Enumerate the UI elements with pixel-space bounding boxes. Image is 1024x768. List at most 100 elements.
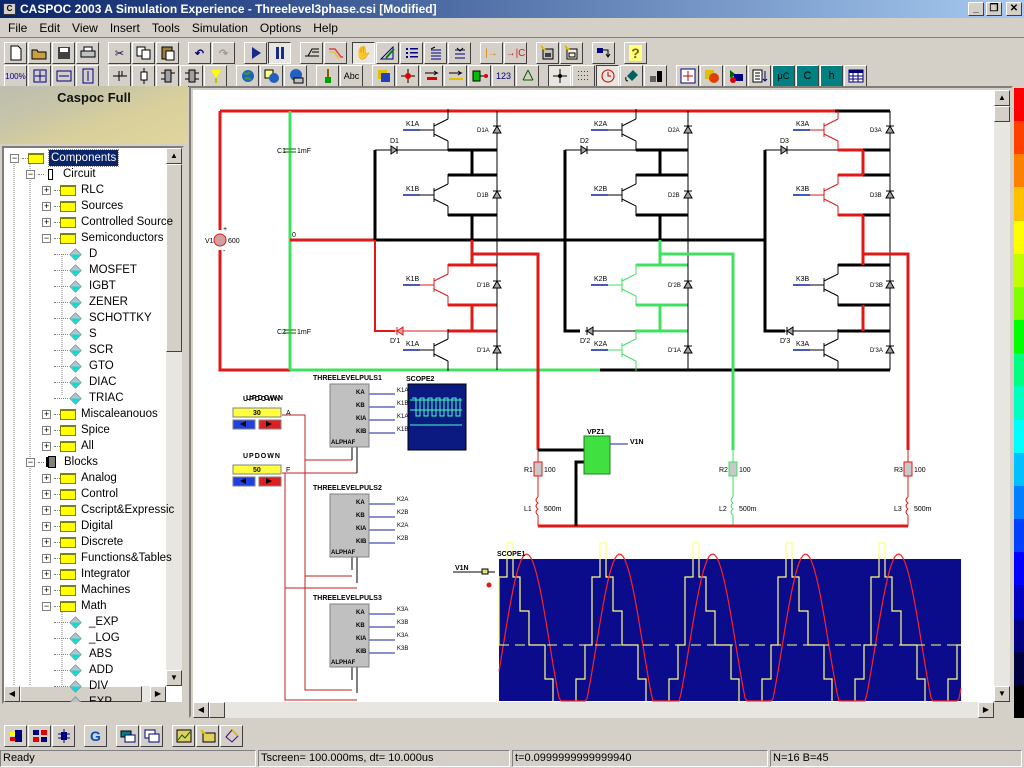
tree-item[interactable]: + Controlled Source — [42, 214, 173, 230]
load-resistor[interactable] — [533, 461, 543, 477]
canvas-scroll-left[interactable]: ◀ — [193, 702, 209, 718]
fill-icon[interactable] — [620, 65, 643, 87]
tree-item[interactable]: − Components — [10, 149, 120, 167]
globe3-icon[interactable] — [284, 65, 307, 87]
expand-icon[interactable]: + — [42, 505, 51, 515]
redo-icon[interactable]: ↷ — [212, 42, 235, 64]
resistor-icon[interactable] — [132, 65, 155, 87]
expand-icon[interactable]: + — [42, 521, 51, 531]
expand-icon[interactable]: + — [42, 489, 51, 499]
pause-icon[interactable] — [268, 42, 291, 64]
canvas-scroll-thumb-v[interactable] — [994, 106, 1010, 122]
tree-item[interactable]: IGBT — [54, 278, 116, 294]
color-palette[interactable] — [1014, 88, 1024, 718]
expand-icon[interactable]: + — [42, 185, 51, 195]
load-resistor[interactable] — [728, 461, 738, 477]
scroll-up-button[interactable]: ▲ — [166, 148, 182, 164]
load-inductor[interactable] — [535, 496, 539, 516]
print-icon[interactable] — [76, 42, 99, 64]
palette-color-swatch[interactable] — [1014, 154, 1024, 188]
tree-item[interactable]: − Semiconductors — [42, 230, 163, 246]
igbt-switch[interactable] — [607, 263, 637, 307]
component-tree-icon[interactable] — [4, 725, 27, 747]
collapse-icon[interactable]: − — [26, 457, 35, 467]
globe-icon[interactable] — [236, 65, 259, 87]
fit-width-icon[interactable] — [52, 65, 75, 87]
block-tree-icon[interactable] — [28, 725, 51, 747]
palette-color-swatch[interactable] — [1014, 585, 1024, 619]
minimize-button[interactable]: _ — [968, 2, 984, 16]
igbt-switch[interactable] — [419, 173, 449, 217]
menu-file[interactable]: File — [2, 19, 33, 37]
component-tree[interactable]: ▲ ▼ ◀ ▶ − Components − Circuit + RLC + Sources +… — [2, 146, 184, 704]
tree-item[interactable]: GTO — [54, 358, 114, 374]
arrow-icon[interactable] — [420, 65, 443, 87]
paint-icon[interactable] — [220, 725, 243, 747]
igbt-switch[interactable] — [607, 108, 637, 152]
scroll-right-button[interactable]: ▶ — [150, 686, 166, 702]
tree-item[interactable]: + Control — [42, 486, 118, 502]
tree-item[interactable]: − Blocks — [26, 454, 98, 470]
help-icon[interactable]: ? — [624, 42, 647, 64]
igbt-switch[interactable] — [419, 263, 449, 307]
number-icon[interactable]: 123 — [492, 65, 515, 87]
tree-item[interactable]: + Miscaleanouos — [42, 406, 158, 422]
hierarchy-icon[interactable] — [592, 42, 615, 64]
input-icon[interactable]: |→ — [480, 42, 503, 64]
crosshair-icon[interactable] — [548, 65, 571, 87]
tree-item[interactable]: − Math — [42, 598, 107, 614]
canvas-scroll-thumb-h[interactable] — [209, 702, 225, 718]
palette-color-swatch[interactable] — [1014, 187, 1024, 221]
menu-options[interactable]: Options — [254, 19, 307, 37]
tree-item[interactable]: _EXP — [54, 614, 118, 630]
igbt-switch[interactable] — [809, 108, 839, 152]
voltmeter-vpz1[interactable] — [583, 435, 611, 475]
shade-icon[interactable] — [644, 65, 667, 87]
menu-view[interactable]: View — [66, 19, 104, 37]
table-icon[interactable] — [844, 65, 867, 87]
tree-item[interactable]: DIAC — [54, 374, 116, 390]
scroll-down-button[interactable]: ▼ — [166, 670, 182, 686]
wire-color-icon[interactable] — [324, 42, 347, 64]
text-icon[interactable]: Abc — [340, 65, 363, 87]
new-icon[interactable] — [4, 42, 27, 64]
component-icon[interactable] — [700, 65, 723, 87]
tree-item[interactable]: + Integrator — [42, 566, 130, 582]
palette-color-swatch[interactable] — [1014, 684, 1024, 718]
palette-color-swatch[interactable] — [1014, 286, 1024, 321]
igbt-switch[interactable] — [809, 263, 839, 307]
tree-item[interactable]: MOSFET — [54, 262, 137, 278]
scroll-thumb[interactable] — [166, 164, 182, 352]
tree-item[interactable]: − Circuit — [26, 166, 96, 182]
wire-icon[interactable] — [300, 42, 323, 64]
undo-icon[interactable]: ↶ — [188, 42, 211, 64]
window2-icon[interactable] — [140, 725, 163, 747]
palette-color-swatch[interactable] — [1014, 651, 1024, 685]
palette-color-swatch[interactable] — [1014, 519, 1024, 553]
expand-icon[interactable]: + — [42, 441, 51, 451]
tree-item[interactable]: TRIAC — [54, 390, 124, 406]
palette-color-swatch[interactable] — [1014, 485, 1024, 520]
igbt-switch[interactable] — [419, 108, 449, 152]
expand-icon[interactable]: + — [42, 473, 51, 483]
clock-icon[interactable] — [596, 65, 619, 87]
palette-color-swatch[interactable] — [1014, 419, 1024, 453]
run-icon[interactable] — [244, 42, 267, 64]
palette-color-swatch[interactable] — [1014, 220, 1024, 254]
tree-item[interactable]: + Cscript&Expressic — [42, 502, 174, 518]
collapse-icon[interactable]: − — [26, 169, 35, 179]
menu-help[interactable]: Help — [307, 19, 344, 37]
expand-icon[interactable]: + — [42, 569, 51, 579]
color-icon[interactable] — [372, 65, 395, 87]
tree-item[interactable]: SCR — [54, 342, 113, 358]
circuit-icon[interactable] — [52, 725, 75, 747]
node-icon[interactable] — [108, 65, 131, 87]
collapse-icon[interactable]: − — [42, 601, 51, 611]
probe-icon[interactable] — [204, 65, 227, 87]
palette-color-swatch[interactable] — [1014, 386, 1024, 420]
palette-color-swatch[interactable] — [1014, 353, 1024, 387]
igbt-switch[interactable] — [419, 328, 449, 372]
tree-item[interactable]: _LOG — [54, 630, 120, 646]
image-new-icon[interactable] — [196, 725, 219, 747]
load-resistor[interactable] — [903, 461, 913, 477]
